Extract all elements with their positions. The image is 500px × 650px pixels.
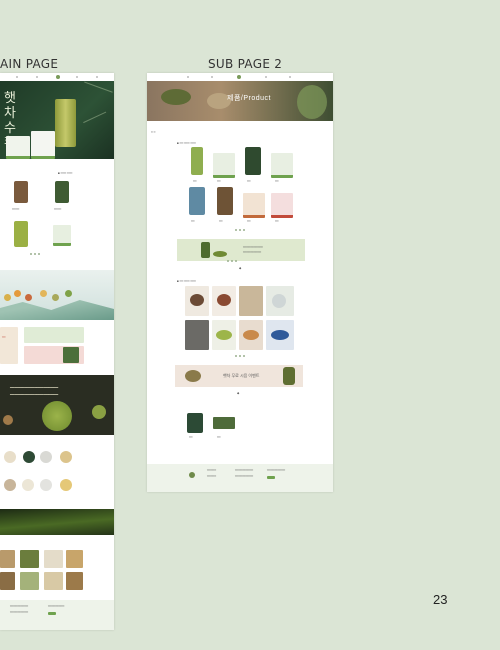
- main-tea-field-strip: [0, 509, 114, 535]
- main-product-section: ■ ━━━ ━━━ ━━━━ ━━━━: [0, 165, 114, 260]
- teaware-photo: [239, 286, 263, 316]
- teaware-photo: [266, 320, 294, 350]
- main-page-mockup: 햇차 수확 ■ ━━━ ━━━ ━━━━ ━━━━ ━━ ━━━━━━━━━━: [0, 73, 114, 630]
- main-matcha-banner: ━━━━━━━━━━━━━━━━━━━━ ━━━━━━━━━━━━━━━━━━━…: [0, 375, 114, 435]
- teaware-photo: [266, 286, 294, 316]
- sub-promo-banner: 햇차 무료 시음 이벤트: [175, 365, 303, 387]
- sub-category-title: ■ ━━ ━━━ ━━━: [177, 141, 196, 145]
- sub-hero-title: 제품/Product: [227, 95, 271, 102]
- sub-hero: 제품/Product: [147, 81, 333, 121]
- teaware-photo: [239, 320, 263, 350]
- sub-promo-text: 햇차 무료 시음 이벤트: [223, 373, 260, 378]
- main-cups-grid: [0, 443, 114, 503]
- sub-breadcrumb: ━ ━: [151, 130, 156, 134]
- main-footer: ━━━━━━━━━━ ━━━━━━━━━━ ━━━━━━━━━: [0, 600, 114, 630]
- sub-tin-product: [187, 413, 203, 433]
- teaware-photo: [185, 286, 209, 316]
- main-page-label: AIN PAGE: [0, 57, 59, 71]
- sub-page-label: SUB PAGE 2: [208, 57, 283, 71]
- page-number: 23: [433, 592, 448, 607]
- teaware-photo: [185, 320, 209, 350]
- tea-can-tall: [55, 99, 76, 147]
- main-photo-grid: [0, 550, 114, 595]
- main-hero: 햇차 수확: [0, 81, 114, 159]
- teaware-photo: [212, 320, 236, 350]
- sub-footer: ━━━━━ ━━━━━ ━━━━━━━━━━ ━━━━━━━━━━ ━━━━━━…: [147, 464, 333, 492]
- teaware-photo: [212, 286, 236, 316]
- sub-pouch-product: [213, 417, 235, 429]
- sub-page-mockup: 제품/Product ━ ━ ■ ━━ ━━━ ━━━ ━━ ━━ ━━ ━━ ━━ ━…: [147, 73, 333, 492]
- tea-box-1: [6, 136, 30, 159]
- sub-green-banner: ━━━━━━━━━━━ ━━━━━━━━━━: [177, 239, 305, 261]
- main-tea-cups-banner: [0, 270, 114, 320]
- tea-box-2: [31, 131, 55, 159]
- main-promo-cards: ━━: [0, 327, 114, 367]
